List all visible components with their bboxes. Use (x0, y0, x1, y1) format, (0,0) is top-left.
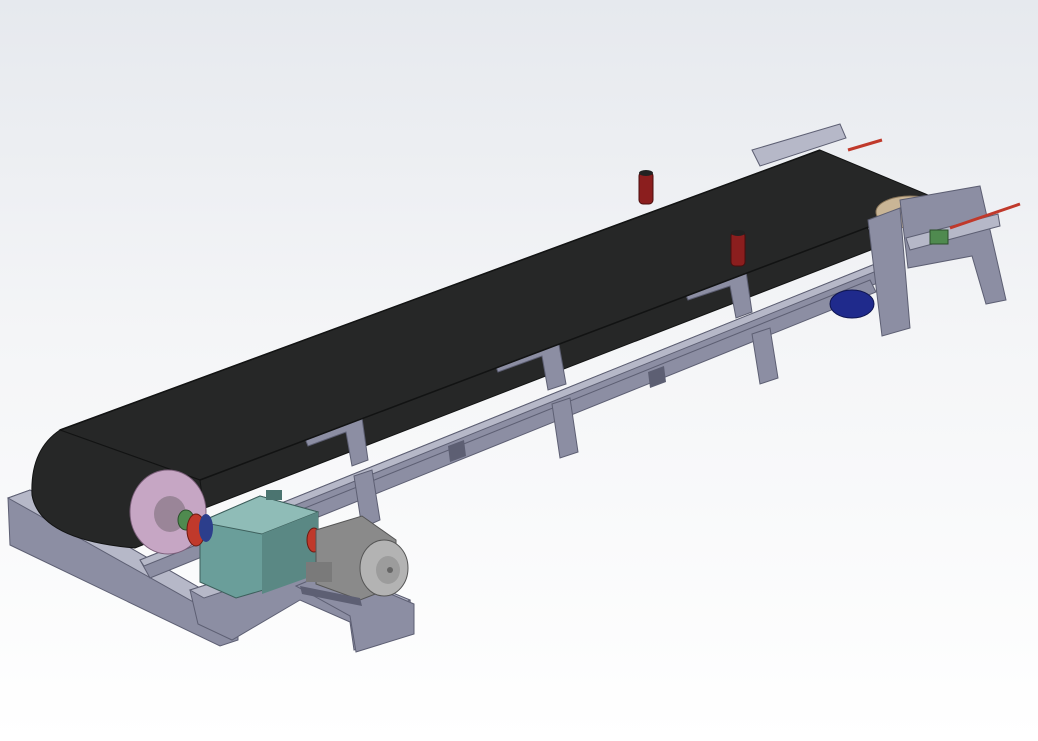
side-roller-1 (638, 171, 654, 205)
motor-terminal-box (306, 562, 332, 582)
motor-shaft-end (387, 567, 393, 573)
tension-rod-2 (847, 138, 883, 152)
conveyor-model[interactable] (0, 0, 1038, 741)
electric-motor (300, 515, 409, 606)
side-roller-2 (730, 231, 746, 267)
take-up-bearing (929, 229, 949, 245)
gearbox-vent (266, 490, 282, 500)
cad-viewport[interactable] (0, 0, 1038, 741)
snub-idler (829, 289, 875, 319)
leg-3 (751, 327, 779, 385)
